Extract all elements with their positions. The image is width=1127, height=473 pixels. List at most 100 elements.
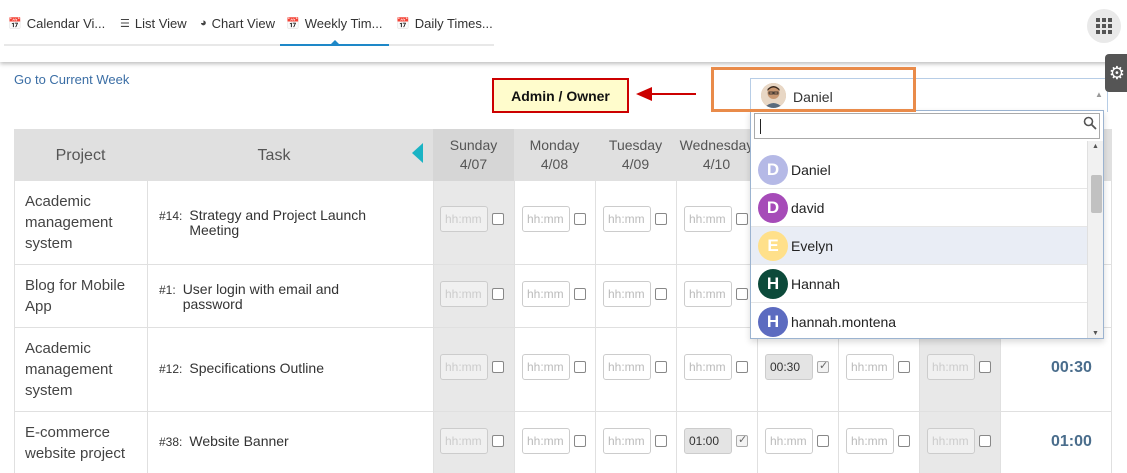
time-input-tuesday[interactable]: hh:mm xyxy=(603,206,651,232)
dropdown-scrollbar[interactable]: ▲ ▼ xyxy=(1087,141,1103,338)
tab-label: List View xyxy=(134,15,187,31)
tab-label: Weekly Tim... xyxy=(304,15,383,31)
checkbox-wednesday[interactable] xyxy=(736,213,748,225)
time-input-tuesday[interactable]: hh:mm xyxy=(603,354,651,380)
task-number: #14: xyxy=(159,209,183,223)
table-row: Academic management system #12: Specific… xyxy=(14,328,1112,412)
time-input-monday[interactable]: hh:mm xyxy=(522,354,570,380)
row-total: 00:30 xyxy=(1051,359,1092,376)
checkbox-monday[interactable] xyxy=(574,435,586,447)
list-item[interactable] xyxy=(751,141,1087,151)
checkbox-thursday[interactable] xyxy=(817,359,829,373)
time-input-wednesday[interactable]: hh:mm xyxy=(684,354,732,380)
tab-weekly-timesheet[interactable]: 📅 Weekly Tim... xyxy=(282,12,392,34)
checkbox-tuesday[interactable] xyxy=(655,435,667,447)
time-input-monday[interactable]: hh:mm xyxy=(522,281,570,307)
text-cursor xyxy=(760,119,761,134)
time-input-saturday[interactable]: hh:mm xyxy=(927,428,975,454)
calendar-icon: 📅 xyxy=(8,17,22,30)
checkbox-monday[interactable] xyxy=(574,213,586,225)
time-input-saturday[interactable]: hh:mm xyxy=(927,354,975,380)
tab-list-view[interactable]: ☰ List View xyxy=(116,12,196,34)
gear-icon: ⚙ xyxy=(1108,62,1126,83)
user-name: Evelyn xyxy=(791,237,834,254)
previous-week-arrow-icon[interactable] xyxy=(412,143,423,163)
grid-icon xyxy=(1096,18,1112,34)
list-item[interactable]: D Daniel xyxy=(751,151,1087,189)
go-to-current-week-link[interactable]: Go to Current Week xyxy=(14,72,129,87)
list-icon: ☰ xyxy=(120,17,130,30)
calendar-icon: 📅 xyxy=(286,17,300,30)
checkbox-wednesday[interactable] xyxy=(736,433,748,447)
user-name: hannah.montena xyxy=(791,313,897,330)
task-cell: #12: Specifications Outline xyxy=(159,361,399,377)
time-input-tuesday[interactable]: hh:mm xyxy=(603,281,651,307)
task-column-header: Task xyxy=(257,146,291,164)
task-cell: #1: User login with email and password xyxy=(159,282,399,312)
time-input-friday[interactable]: hh:mm xyxy=(846,354,894,380)
user-dropdown-list: D Daniel D david E Evelyn H Hannah H han… xyxy=(750,110,1104,339)
task-cell: #14: Strategy and Project Launch Meeting xyxy=(159,208,399,238)
time-input-sunday[interactable]: hh:mm xyxy=(440,354,488,380)
day-header-sunday: Sunday 4/07 xyxy=(433,129,514,181)
checkbox-sunday[interactable] xyxy=(492,361,504,373)
day-header-tuesday: Tuesday 4/09 xyxy=(608,137,663,172)
checkbox-sunday[interactable] xyxy=(492,288,504,300)
dropdown-caret-icon: ▲ xyxy=(1095,90,1103,99)
checkbox-tuesday[interactable] xyxy=(655,213,667,225)
time-input-wednesday[interactable]: hh:mm xyxy=(684,281,732,307)
time-input-friday[interactable]: hh:mm xyxy=(846,428,894,454)
project-cell: Academic management system xyxy=(25,340,113,399)
project-cell: E-commerce website project xyxy=(25,424,126,462)
pie-chart-icon: ◕ xyxy=(200,17,207,29)
time-input-monday[interactable]: hh:mm xyxy=(522,206,570,232)
user-name: david xyxy=(791,199,825,216)
checkbox-sunday[interactable] xyxy=(492,435,504,447)
time-input-thursday[interactable]: hh:mm xyxy=(765,428,813,454)
time-input-sunday[interactable]: hh:mm xyxy=(440,428,488,454)
project-cell: Blog for Mobile App xyxy=(25,277,126,315)
day-header-wednesday: Wednesday 4/10 xyxy=(679,137,754,172)
scroll-up-icon[interactable]: ▲ xyxy=(1092,143,1099,150)
day-header-monday: Monday 4/08 xyxy=(529,137,580,172)
user-search-input[interactable] xyxy=(754,113,1100,139)
list-item[interactable]: D david xyxy=(751,189,1087,227)
apps-grid-button[interactable] xyxy=(1087,9,1121,43)
tab-label: Chart View xyxy=(211,15,275,31)
time-input-tuesday[interactable]: hh:mm xyxy=(603,428,651,454)
view-tab-bar: 📅 Calendar Vi... ☰ List View ◕ Chart Vie… xyxy=(0,0,1127,62)
tab-label: Calendar Vi... xyxy=(26,15,106,31)
checkbox-friday[interactable] xyxy=(898,435,910,447)
time-input-monday[interactable]: hh:mm xyxy=(522,428,570,454)
checkbox-thursday[interactable] xyxy=(817,435,829,447)
tab-chart-view[interactable]: ◕ Chart View xyxy=(196,12,282,34)
user-name: Hannah xyxy=(791,275,841,292)
checkbox-tuesday[interactable] xyxy=(655,361,667,373)
checkbox-tuesday[interactable] xyxy=(655,288,667,300)
checkbox-saturday[interactable] xyxy=(979,435,991,447)
checkbox-wednesday[interactable] xyxy=(736,361,748,373)
checkbox-saturday[interactable] xyxy=(979,361,991,373)
calendar-icon: 📅 xyxy=(396,17,410,30)
list-item[interactable]: E Evelyn xyxy=(751,227,1087,265)
selected-user-highlight xyxy=(711,67,916,112)
time-input-sunday[interactable]: hh:mm xyxy=(440,281,488,307)
time-input-wednesday[interactable]: hh:mm xyxy=(684,206,732,232)
row-total: 01:00 xyxy=(1051,433,1092,450)
time-input-sunday[interactable]: hh:mm xyxy=(440,206,488,232)
settings-side-button[interactable]: ⚙ xyxy=(1105,54,1127,92)
task-number: #1: xyxy=(159,283,176,297)
checkbox-sunday[interactable] xyxy=(492,213,504,225)
checkbox-friday[interactable] xyxy=(898,361,910,373)
time-input-wednesday[interactable]: 01:00 xyxy=(684,428,732,454)
tab-daily-timesheet[interactable]: 📅 Daily Times... xyxy=(392,12,502,34)
list-item[interactable]: H Hannah xyxy=(751,265,1087,303)
checkbox-wednesday[interactable] xyxy=(736,288,748,300)
checkbox-monday[interactable] xyxy=(574,361,586,373)
list-item[interactable]: H hannah.montena xyxy=(751,303,1087,338)
checkbox-monday[interactable] xyxy=(574,288,586,300)
time-input-thursday[interactable]: 00:30 xyxy=(765,354,813,380)
scrollbar-thumb[interactable] xyxy=(1091,175,1102,213)
scroll-down-icon[interactable]: ▼ xyxy=(1092,330,1099,337)
tab-calendar-view[interactable]: 📅 Calendar Vi... xyxy=(4,12,116,34)
